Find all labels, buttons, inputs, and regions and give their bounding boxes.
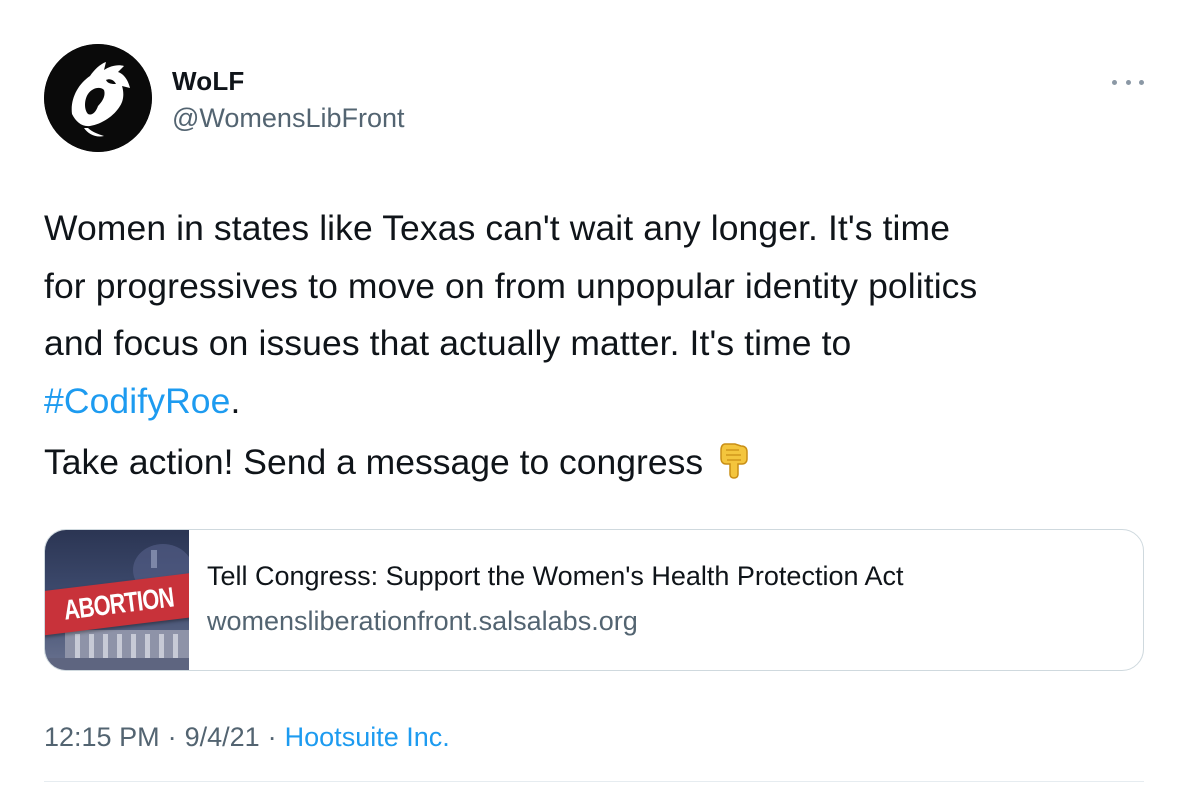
hashtag-suffix: .: [230, 380, 241, 421]
tweet-source-link[interactable]: Hootsuite Inc.: [285, 722, 450, 752]
tweet: WoLF @WomensLibFront Women in states lik…: [0, 0, 1200, 799]
tweet-text-line: #CodifyRoe.: [44, 373, 1154, 431]
tweet-text-line: for progressives to move on from unpopul…: [44, 265, 978, 306]
call-to-action-text: Take action! Send a message to congress: [44, 434, 1154, 498]
link-card-domain: womensliberationfront.salsalabs.org: [207, 606, 638, 636]
call-to-action-label: Take action! Send a message to congress: [44, 442, 704, 482]
tweet-time[interactable]: 12:15 PM: [44, 722, 160, 752]
tweet-text-line: and focus on issues that actually matter…: [44, 323, 852, 363]
meta-separator: ·: [267, 722, 277, 752]
more-dots-icon: [1112, 79, 1117, 85]
tweet-text-line: Women in states like Texas can't wait an…: [44, 208, 951, 248]
link-card-thumbnail: ABORTION: [45, 530, 189, 670]
author-handle[interactable]: @WomensLibFront: [172, 103, 405, 134]
link-card-title: Tell Congress: Support the Women's Healt…: [207, 561, 904, 591]
tweet-meta: 12:15 PM · 9/4/21 · Hootsuite Inc.: [44, 722, 450, 753]
more-options-button[interactable]: [1112, 70, 1144, 94]
abortion-banner-label: ABORTION: [62, 581, 176, 626]
author-name[interactable]: WoLF: [172, 66, 245, 97]
tweet-text: Women in states like Texas can't wait an…: [44, 200, 1154, 430]
wolf-logo-icon: [44, 44, 152, 152]
link-card[interactable]: ABORTION Tell Congress: Support the Wome…: [44, 529, 1144, 671]
hashtag-link[interactable]: #CodifyRoe: [44, 381, 231, 421]
backhand-index-pointing-down-icon: [717, 440, 751, 498]
divider: [44, 781, 1144, 782]
tweet-date[interactable]: 9/4/21: [185, 722, 260, 752]
avatar[interactable]: [44, 44, 152, 152]
meta-separator: ·: [167, 722, 177, 752]
